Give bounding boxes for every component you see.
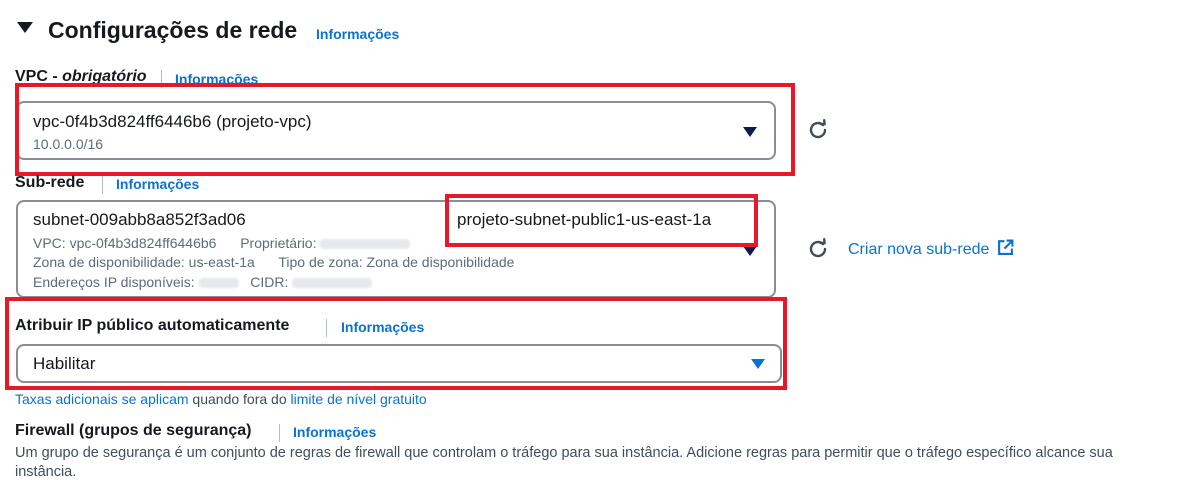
subnet-zone-detail: Zona de disponibilidade: us-east-1a Tipo… — [33, 254, 514, 270]
subnet-owner: Proprietário: — [240, 235, 317, 251]
divider — [102, 176, 103, 194]
subnet-az: Zona de disponibilidade: us-east-1a — [33, 254, 255, 270]
public-ip-label: Atribuir IP público automaticamente — [15, 317, 290, 334]
vpc-label-text: VPC - — [15, 68, 63, 85]
vpc-label: VPC - obrigatório — [15, 68, 147, 86]
section-info-link[interactable]: Informações — [316, 26, 399, 42]
subnet-vpc-detail: VPC: vpc-0f4b3d824ff6446b6 Proprietário: — [33, 235, 411, 251]
free-tier-link[interactable]: limite de nível gratuito — [291, 391, 427, 407]
caret-down-icon — [17, 22, 33, 33]
subnet-vpc: VPC: vpc-0f4b3d824ff6446b6 — [33, 235, 217, 251]
subnet-id: subnet-009abb8a852f3ad06 — [33, 210, 246, 229]
refresh-icon — [809, 238, 827, 258]
external-link-icon — [997, 239, 1014, 255]
vpc-required-text: obrigatório — [62, 68, 147, 85]
subnet-info-link[interactable]: Informações — [116, 176, 199, 192]
caret-down-icon — [751, 359, 765, 369]
divider — [326, 319, 327, 337]
fees-link[interactable]: Taxas adicionais se aplicam — [15, 391, 189, 407]
public-ip-value: Habilitar — [33, 354, 96, 373]
divider — [279, 424, 280, 442]
firewall-description: Um grupo de segurança é um conjunto de r… — [15, 445, 1113, 461]
caret-down-icon — [743, 127, 757, 137]
vpc-select-value: vpc-0f4b3d824ff6446b6 (projeto-vpc) — [33, 112, 312, 131]
fees-note: Taxas adicionais se aplicam quando fora … — [15, 391, 427, 407]
section-title: Configurações de rede — [48, 17, 298, 43]
refresh-icon — [809, 119, 827, 139]
refresh-subnet-button[interactable] — [806, 237, 830, 261]
subnet-cidr-label: CIDR: — [250, 274, 289, 290]
vpc-select[interactable]: vpc-0f4b3d824ff6446b6 (projeto-vpc) 10.0… — [16, 101, 776, 160]
subnet-ips-label: Endereços IP disponíveis: — [33, 274, 195, 290]
redacted-value — [198, 278, 239, 289]
subnet-select[interactable]: subnet-009abb8a852f3ad06 projeto-subnet-… — [16, 200, 776, 298]
subnet-ip-detail: Endereços IP disponíveis: CIDR: — [33, 274, 373, 290]
subnet-zone-type: Tipo de zona: Zona de disponibilidade — [278, 254, 515, 270]
section-collapse-toggle[interactable] — [17, 22, 33, 33]
create-subnet-link[interactable]: Criar nova sub-rede — [848, 239, 1014, 259]
firewall-label: Firewall (grupos de segurança) — [15, 422, 252, 439]
firewall-info-link[interactable]: Informações — [293, 424, 376, 440]
public-ip-info-link[interactable]: Informações — [341, 319, 424, 335]
redacted-value — [320, 239, 411, 250]
divider — [161, 70, 162, 88]
redacted-value — [292, 278, 373, 289]
refresh-vpc-button[interactable] — [806, 118, 830, 142]
vpc-info-link[interactable]: Informações — [175, 71, 258, 87]
fees-text: quando fora do — [192, 391, 287, 407]
subnet-name: projeto-subnet-public1-us-east-1a — [457, 210, 712, 229]
subnet-label: Sub-rede — [15, 174, 85, 191]
create-subnet-label: Criar nova sub-rede — [848, 241, 990, 258]
vpc-select-cidr: 10.0.0.0/16 — [33, 136, 104, 152]
public-ip-select[interactable]: Habilitar — [16, 344, 782, 383]
caret-down-icon — [743, 246, 757, 256]
